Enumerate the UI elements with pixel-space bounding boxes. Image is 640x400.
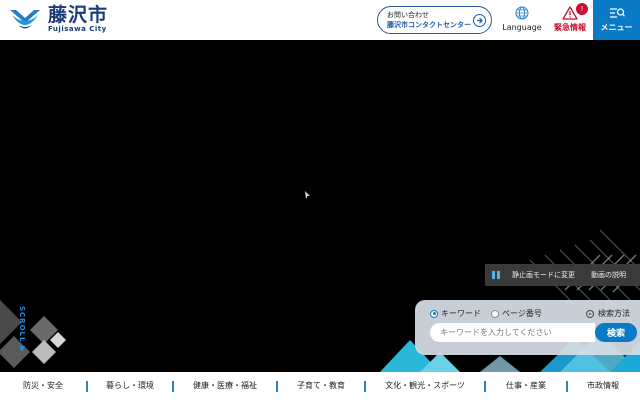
- radio-keyword[interactable]: キーワード: [430, 308, 481, 319]
- menu-search-icon: [609, 8, 625, 18]
- menu-label: メニュー: [600, 23, 633, 32]
- nav-item-work-industry[interactable]: 仕事・産業: [486, 372, 566, 400]
- logo-text-jp: 藤沢市: [48, 4, 109, 26]
- menu-button[interactable]: メニュー: [593, 0, 640, 40]
- nav-item-culture-tourism-sports[interactable]: 文化・観光・スポーツ: [366, 372, 484, 400]
- radio-keyword-dot: [430, 309, 438, 318]
- nav-item-disaster-safety[interactable]: 防災・安全: [0, 372, 86, 400]
- nav-item-city-info[interactable]: 市政情報: [568, 372, 638, 400]
- circle-arrow-icon: [586, 309, 594, 318]
- still-mode-button[interactable]: 静止画モードに変更: [512, 270, 575, 280]
- video-description-button[interactable]: 動画の説明: [591, 270, 626, 280]
- search-button[interactable]: 検索: [595, 323, 637, 342]
- globe-icon: [515, 6, 529, 20]
- how-to-search-link[interactable]: 検索方法: [586, 308, 630, 319]
- site-search-panel: キーワード ページ番号 検索方法 検索: [415, 300, 640, 355]
- language-button[interactable]: Language: [500, 0, 544, 40]
- contact-center-name: 藤沢市コンタクトセンター: [387, 21, 471, 29]
- hero-video: SCROLL 静止画モードに変更 動画の説明 キーワード ページ番号 検索方法 …: [0, 40, 640, 372]
- language-label: Language: [502, 23, 542, 32]
- contact-center-button[interactable]: お問い合わせ 藤沢市コンタクトセンター: [377, 6, 492, 34]
- search-input[interactable]: [430, 323, 595, 342]
- scroll-indicator[interactable]: SCROLL: [16, 302, 28, 352]
- radio-page-number[interactable]: ページ番号: [491, 308, 542, 319]
- nav-item-living-environment[interactable]: 暮らし・環境: [88, 372, 172, 400]
- emergency-badge: !: [576, 3, 588, 15]
- contact-label: お問い合わせ: [387, 11, 429, 19]
- scroll-arrow-icon: [19, 346, 25, 352]
- emergency-label: 緊急情報: [554, 23, 586, 32]
- scroll-label: SCROLL: [18, 305, 26, 343]
- pause-icon[interactable]: [489, 268, 503, 282]
- arrow-right-icon: [473, 14, 486, 27]
- radio-page-number-label: ページ番号: [502, 309, 542, 318]
- mouse-cursor-icon: [305, 191, 310, 199]
- how-to-search-label: 検索方法: [598, 309, 630, 318]
- radio-page-number-dot: [491, 309, 499, 318]
- nav-item-childcare-education[interactable]: 子育て・教育: [278, 372, 364, 400]
- emergency-info-button[interactable]: ! 緊急情報: [548, 0, 592, 40]
- nav-item-health-welfare[interactable]: 健康・医療・福祉: [174, 372, 276, 400]
- city-emblem-icon: [10, 10, 40, 29]
- video-controls: 静止画モードに変更 動画の説明: [485, 264, 640, 286]
- radio-keyword-label: キーワード: [441, 309, 481, 318]
- category-nav: 防災・安全 暮らし・環境 健康・医療・福祉 子育て・教育 文化・観光・スポーツ …: [0, 372, 640, 400]
- site-header: 藤沢市 Fujisawa City お問い合わせ 藤沢市コンタクトセンター La…: [0, 0, 640, 40]
- logo-text-en: Fujisawa City: [48, 25, 107, 33]
- city-logo[interactable]: 藤沢市 Fujisawa City: [8, 5, 108, 35]
